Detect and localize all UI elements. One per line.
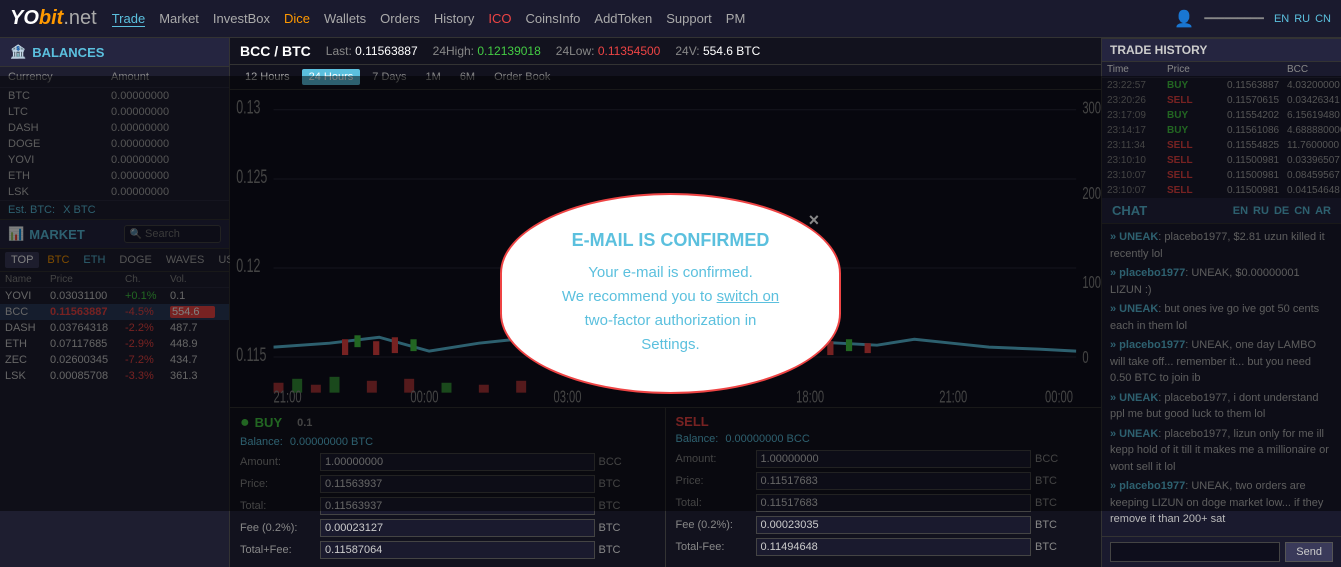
vol-stat: 24V: 554.6 BTC xyxy=(675,44,760,58)
modal-overlay: × E-MAIL IS CONFIRMED Your e-mail is con… xyxy=(0,76,1341,511)
sell-totalfee-input[interactable] xyxy=(756,538,1032,556)
nav-links: Trade Market InvestBox Dice Wallets Orde… xyxy=(112,11,1175,27)
modal-title: E-MAIL IS CONFIRMED xyxy=(562,230,779,251)
nav-orders[interactable]: Orders xyxy=(380,11,420,26)
modal-line3: two-factor authorization in xyxy=(585,312,757,329)
pair-title: BCC / BTC xyxy=(240,43,311,59)
buy-totalfee-row: Total+Fee: BTC xyxy=(240,539,655,561)
sell-fee-row: Fee (0.2%): BTC xyxy=(676,514,1092,536)
user-icon: 👤 xyxy=(1174,9,1194,29)
nav-ico[interactable]: ICO xyxy=(488,11,511,26)
modal-line1: Your e-mail is confirmed. xyxy=(588,264,753,281)
nav-addtoken[interactable]: AddToken xyxy=(594,11,652,26)
modal-line2: We recommend you to xyxy=(562,288,713,305)
balance-icon: 🏦 xyxy=(10,44,26,60)
nav-trade[interactable]: Trade xyxy=(112,11,145,27)
lang-ru[interactable]: RU xyxy=(1294,13,1310,25)
sell-fee-input[interactable] xyxy=(756,516,1032,534)
chat-send-button[interactable]: Send xyxy=(1285,542,1333,562)
logo-net: .net xyxy=(63,7,96,29)
buy-fee-row: Fee (0.2%): BTC xyxy=(240,517,655,539)
lang-cn[interactable]: CN xyxy=(1315,13,1331,25)
logo-bit: bit xyxy=(39,7,63,29)
logo-yo: YO xyxy=(10,7,39,29)
balances-header: 🏦 BALANCES xyxy=(0,38,229,67)
nav-history[interactable]: History xyxy=(434,11,474,26)
nav-investbox[interactable]: InvestBox xyxy=(213,11,270,26)
chat-input[interactable] xyxy=(1110,542,1280,562)
last-stat: Last: 0.11563887 xyxy=(326,44,418,58)
nav-dice[interactable]: Dice xyxy=(284,11,310,26)
balances-title: BALANCES xyxy=(32,45,104,60)
modal-switch-link[interactable]: switch on xyxy=(717,288,780,305)
modal-body: Your e-mail is confirmed. We recommend y… xyxy=(562,261,779,357)
nav-coinsinfo[interactable]: CoinsInfo xyxy=(525,11,580,26)
modal-box: × E-MAIL IS CONFIRMED Your e-mail is con… xyxy=(500,193,841,394)
nav-pm[interactable]: PM xyxy=(726,11,746,26)
modal-close-button[interactable]: × xyxy=(809,210,820,231)
username: ━━━━━━━━━ xyxy=(1204,12,1264,25)
nav-market[interactable]: Market xyxy=(159,11,199,26)
lang-switcher: EN RU CN xyxy=(1274,13,1331,25)
chart-header: BCC / BTC Last: 0.11563887 24High: 0.121… xyxy=(230,38,1101,65)
modal-line4: Settings. xyxy=(641,336,699,353)
nav-support[interactable]: Support xyxy=(666,11,712,26)
chat-input-row: Send xyxy=(1102,536,1341,567)
buy-fee-input[interactable] xyxy=(320,519,595,537)
high-stat: 24High: 0.12139018 xyxy=(433,44,541,58)
nav-right: 👤 ━━━━━━━━━ EN RU CN xyxy=(1174,9,1331,29)
logo[interactable]: YObit.net xyxy=(10,7,97,30)
top-nav: YObit.net Trade Market InvestBox Dice Wa… xyxy=(0,0,1341,38)
nav-wallets[interactable]: Wallets xyxy=(324,11,366,26)
low-stat: 24Low: 0.11354500 xyxy=(556,44,661,58)
sell-totalfee-row: Total-Fee: BTC xyxy=(676,536,1092,558)
trade-history-header: TRADE HISTORY xyxy=(1102,39,1341,62)
buy-totalfee-input[interactable] xyxy=(320,541,595,559)
lang-en[interactable]: EN xyxy=(1274,13,1289,25)
